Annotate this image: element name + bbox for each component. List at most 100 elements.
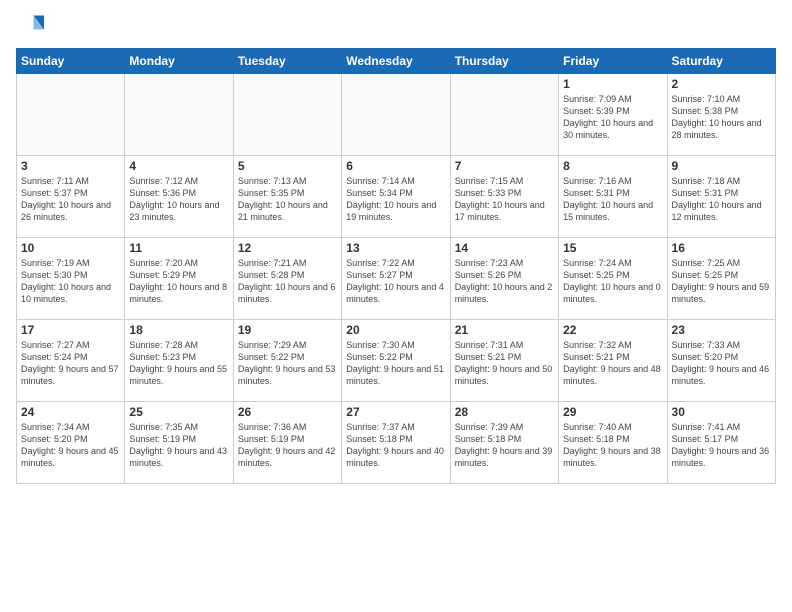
day-number: 17 bbox=[21, 323, 120, 337]
logo-icon bbox=[16, 12, 44, 40]
day-info: Sunrise: 7:20 AM Sunset: 5:29 PM Dayligh… bbox=[129, 257, 228, 306]
weekday-header-sunday: Sunday bbox=[17, 49, 125, 74]
day-info: Sunrise: 7:28 AM Sunset: 5:23 PM Dayligh… bbox=[129, 339, 228, 388]
day-info: Sunrise: 7:12 AM Sunset: 5:36 PM Dayligh… bbox=[129, 175, 228, 224]
day-cell: 9Sunrise: 7:18 AM Sunset: 5:31 PM Daylig… bbox=[667, 156, 775, 238]
day-number: 19 bbox=[238, 323, 337, 337]
logo bbox=[16, 12, 48, 40]
day-cell: 11 Sunrise: 7:20 AM Sunset: 5:29 PM Dayli… bbox=[125, 238, 233, 320]
day-cell: 4 Sunrise: 7:12 AM Sunset: 5:36 PM Daylig… bbox=[125, 156, 233, 238]
day-cell: 30 Sunrise: 7:41 AM Sunset: 5:17 PM Dayli… bbox=[667, 402, 775, 484]
day-cell: 17 Sunrise: 7:27 AM Sunset: 5:24 PM Dayli… bbox=[17, 320, 125, 402]
week-row-5: 24Sunrise: 7:34 AM Sunset: 5:20 PM Dayli… bbox=[17, 402, 776, 484]
day-number: 16 bbox=[672, 241, 771, 255]
day-cell: 7 Sunrise: 7:15 AM Sunset: 5:33 PM Daylig… bbox=[450, 156, 558, 238]
day-info: Sunrise: 7:11 AM Sunset: 5:37 PM Dayligh… bbox=[21, 175, 120, 224]
day-number: 29 bbox=[563, 405, 662, 419]
day-cell bbox=[17, 74, 125, 156]
day-number: 25 bbox=[129, 405, 228, 419]
day-cell: 1 Sunrise: 7:09 AM Sunset: 5:39 PM Daylig… bbox=[559, 74, 667, 156]
day-number: 22 bbox=[563, 323, 662, 337]
day-cell: 2Sunrise: 7:10 AM Sunset: 5:38 PM Daylig… bbox=[667, 74, 775, 156]
day-cell: 27 Sunrise: 7:37 AM Sunset: 5:18 PM Dayli… bbox=[342, 402, 450, 484]
day-cell: 3 Sunrise: 7:11 AM Sunset: 5:37 PM Daylig… bbox=[17, 156, 125, 238]
week-row-3: 10 Sunrise: 7:19 AM Sunset: 5:30 PM Dayli… bbox=[17, 238, 776, 320]
day-number: 3 bbox=[21, 159, 120, 173]
day-cell: 22Sunrise: 7:32 AM Sunset: 5:21 PM Dayli… bbox=[559, 320, 667, 402]
day-info: Sunrise: 7:19 AM Sunset: 5:30 PM Dayligh… bbox=[21, 257, 120, 306]
day-cell: 25 Sunrise: 7:35 AM Sunset: 5:19 PM Dayli… bbox=[125, 402, 233, 484]
week-row-2: 3 Sunrise: 7:11 AM Sunset: 5:37 PM Daylig… bbox=[17, 156, 776, 238]
weekday-header-thursday: Thursday bbox=[450, 49, 558, 74]
day-cell: 19 Sunrise: 7:29 AM Sunset: 5:22 PM Dayli… bbox=[233, 320, 341, 402]
day-cell: 10 Sunrise: 7:19 AM Sunset: 5:30 PM Dayli… bbox=[17, 238, 125, 320]
weekday-header-monday: Monday bbox=[125, 49, 233, 74]
day-number: 30 bbox=[672, 405, 771, 419]
page-container: SundayMondayTuesdayWednesdayThursdayFrid… bbox=[0, 0, 792, 492]
weekday-header-wednesday: Wednesday bbox=[342, 49, 450, 74]
day-info: Sunrise: 7:39 AM Sunset: 5:18 PM Dayligh… bbox=[455, 421, 554, 470]
day-number: 10 bbox=[21, 241, 120, 255]
day-info: Sunrise: 7:23 AM Sunset: 5:26 PM Dayligh… bbox=[455, 257, 554, 306]
day-info: Sunrise: 7:40 AM Sunset: 5:18 PM Dayligh… bbox=[563, 421, 662, 470]
day-cell: 6 Sunrise: 7:14 AM Sunset: 5:34 PM Daylig… bbox=[342, 156, 450, 238]
day-cell: 12 Sunrise: 7:21 AM Sunset: 5:28 PM Dayli… bbox=[233, 238, 341, 320]
day-info: Sunrise: 7:14 AM Sunset: 5:34 PM Dayligh… bbox=[346, 175, 445, 224]
day-cell: 15 Sunrise: 7:24 AM Sunset: 5:25 PM Dayli… bbox=[559, 238, 667, 320]
week-row-4: 17 Sunrise: 7:27 AM Sunset: 5:24 PM Dayli… bbox=[17, 320, 776, 402]
day-info: Sunrise: 7:21 AM Sunset: 5:28 PM Dayligh… bbox=[238, 257, 337, 306]
day-cell bbox=[233, 74, 341, 156]
day-info: Sunrise: 7:37 AM Sunset: 5:18 PM Dayligh… bbox=[346, 421, 445, 470]
weekday-header-row: SundayMondayTuesdayWednesdayThursdayFrid… bbox=[17, 49, 776, 74]
day-number: 13 bbox=[346, 241, 445, 255]
day-number: 26 bbox=[238, 405, 337, 419]
day-number: 28 bbox=[455, 405, 554, 419]
day-info: Sunrise: 7:13 AM Sunset: 5:35 PM Dayligh… bbox=[238, 175, 337, 224]
day-info: Sunrise: 7:15 AM Sunset: 5:33 PM Dayligh… bbox=[455, 175, 554, 224]
day-number: 7 bbox=[455, 159, 554, 173]
day-cell: 24Sunrise: 7:34 AM Sunset: 5:20 PM Dayli… bbox=[17, 402, 125, 484]
day-cell: 18 Sunrise: 7:28 AM Sunset: 5:23 PM Dayli… bbox=[125, 320, 233, 402]
day-info: Sunrise: 7:41 AM Sunset: 5:17 PM Dayligh… bbox=[672, 421, 771, 470]
day-cell: 13 Sunrise: 7:22 AM Sunset: 5:27 PM Dayli… bbox=[342, 238, 450, 320]
day-cell: 23 Sunrise: 7:33 AM Sunset: 5:20 PM Dayli… bbox=[667, 320, 775, 402]
day-cell: 26 Sunrise: 7:36 AM Sunset: 5:19 PM Dayli… bbox=[233, 402, 341, 484]
day-cell: 20 Sunrise: 7:30 AM Sunset: 5:22 PM Dayli… bbox=[342, 320, 450, 402]
day-number: 6 bbox=[346, 159, 445, 173]
day-info: Sunrise: 7:30 AM Sunset: 5:22 PM Dayligh… bbox=[346, 339, 445, 388]
weekday-header-saturday: Saturday bbox=[667, 49, 775, 74]
day-cell bbox=[342, 74, 450, 156]
day-cell: 16 Sunrise: 7:25 AM Sunset: 5:25 PM Dayli… bbox=[667, 238, 775, 320]
day-number: 11 bbox=[129, 241, 228, 255]
day-cell: 29 Sunrise: 7:40 AM Sunset: 5:18 PM Dayli… bbox=[559, 402, 667, 484]
day-number: 18 bbox=[129, 323, 228, 337]
day-info: Sunrise: 7:18 AM Sunset: 5:31 PM Dayligh… bbox=[672, 175, 771, 224]
day-info: Sunrise: 7:29 AM Sunset: 5:22 PM Dayligh… bbox=[238, 339, 337, 388]
day-info: Sunrise: 7:36 AM Sunset: 5:19 PM Dayligh… bbox=[238, 421, 337, 470]
day-cell bbox=[125, 74, 233, 156]
day-number: 21 bbox=[455, 323, 554, 337]
day-number: 4 bbox=[129, 159, 228, 173]
day-number: 1 bbox=[563, 77, 662, 91]
day-info: Sunrise: 7:25 AM Sunset: 5:25 PM Dayligh… bbox=[672, 257, 771, 306]
day-number: 8 bbox=[563, 159, 662, 173]
header bbox=[16, 12, 776, 40]
day-number: 27 bbox=[346, 405, 445, 419]
day-info: Sunrise: 7:27 AM Sunset: 5:24 PM Dayligh… bbox=[21, 339, 120, 388]
day-info: Sunrise: 7:34 AM Sunset: 5:20 PM Dayligh… bbox=[21, 421, 120, 470]
day-info: Sunrise: 7:09 AM Sunset: 5:39 PM Dayligh… bbox=[563, 93, 662, 142]
day-cell: 8 Sunrise: 7:16 AM Sunset: 5:31 PM Daylig… bbox=[559, 156, 667, 238]
day-number: 14 bbox=[455, 241, 554, 255]
day-number: 15 bbox=[563, 241, 662, 255]
day-number: 20 bbox=[346, 323, 445, 337]
day-number: 12 bbox=[238, 241, 337, 255]
weekday-header-tuesday: Tuesday bbox=[233, 49, 341, 74]
day-cell: 14 Sunrise: 7:23 AM Sunset: 5:26 PM Dayli… bbox=[450, 238, 558, 320]
day-info: Sunrise: 7:33 AM Sunset: 5:20 PM Dayligh… bbox=[672, 339, 771, 388]
day-info: Sunrise: 7:35 AM Sunset: 5:19 PM Dayligh… bbox=[129, 421, 228, 470]
day-info: Sunrise: 7:24 AM Sunset: 5:25 PM Dayligh… bbox=[563, 257, 662, 306]
day-info: Sunrise: 7:22 AM Sunset: 5:27 PM Dayligh… bbox=[346, 257, 445, 306]
day-number: 23 bbox=[672, 323, 771, 337]
day-info: Sunrise: 7:16 AM Sunset: 5:31 PM Dayligh… bbox=[563, 175, 662, 224]
weekday-header-friday: Friday bbox=[559, 49, 667, 74]
